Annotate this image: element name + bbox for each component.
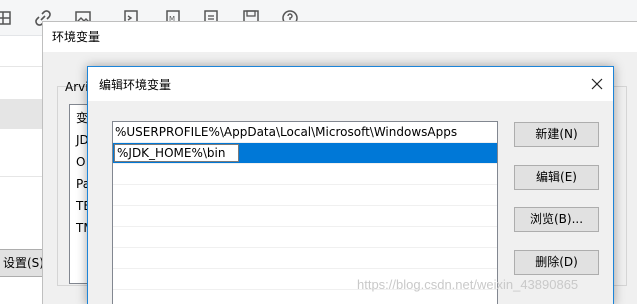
edit-env-variable-dialog: 编辑环境变量 %USERPROFILE%\AppData\Local\Micro… xyxy=(87,66,614,304)
divider xyxy=(0,176,44,177)
new-button[interactable]: 新建(N) xyxy=(514,122,599,147)
selected-row xyxy=(0,99,44,129)
env-window-title: 环境变量 xyxy=(43,22,637,52)
divider xyxy=(0,66,44,67)
path-list-item-editing[interactable]: %JDK_HOME%\bin xyxy=(113,143,497,164)
table-icon[interactable] xyxy=(0,9,12,27)
path-list-item[interactable]: %USERPROFILE%\AppData\Local\Microsoft\Wi… xyxy=(113,122,497,143)
close-icon[interactable] xyxy=(587,74,607,94)
empty-row xyxy=(113,248,497,269)
empty-row xyxy=(113,206,497,227)
list-item[interactable]: O xyxy=(76,155,85,169)
browse-button[interactable]: 浏览(B)... xyxy=(514,207,599,232)
empty-row xyxy=(113,290,497,304)
empty-row xyxy=(113,227,497,248)
empty-row xyxy=(113,164,497,185)
settings-button[interactable]: 设置(S)... xyxy=(0,249,44,277)
empty-row xyxy=(113,185,497,206)
delete-button[interactable]: 删除(D) xyxy=(514,250,599,275)
dialog-title: 编辑环境变量 xyxy=(99,78,172,92)
edit-button[interactable]: 编辑(E) xyxy=(514,165,599,190)
watermark: https://blog.csdn.net/weixin_43890865 xyxy=(357,277,579,292)
user-variables-label: Arvi xyxy=(65,80,89,94)
dialog-titlebar: 编辑环境变量 xyxy=(88,67,613,101)
path-edit-field[interactable]: %JDK_HOME%\bin xyxy=(114,144,239,162)
